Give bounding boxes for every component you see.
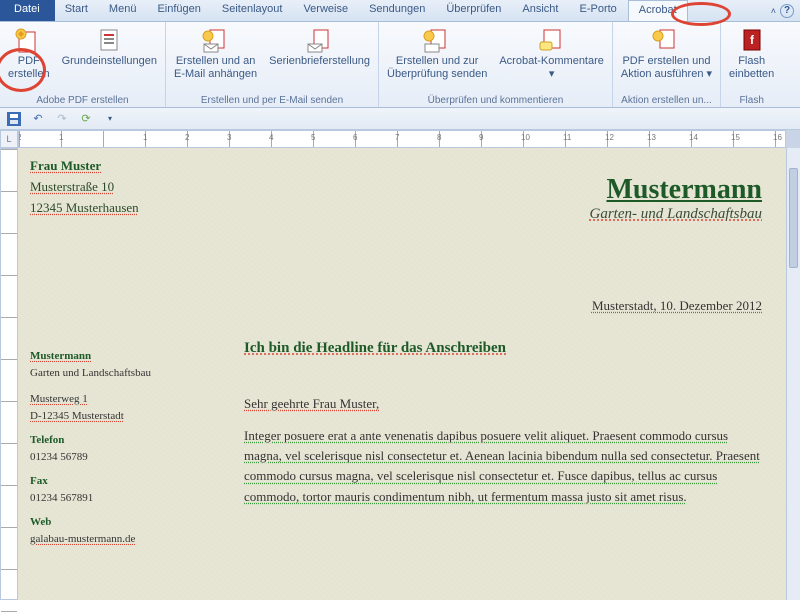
body-text: Sehr geehrte Frau Muster, Integer posuer… [244,394,762,519]
tab-insert[interactable]: Einfügen [147,0,211,21]
flash-embed-button[interactable]: f Flash einbetten [727,25,776,82]
btn-label: Erstellen und an [176,55,256,68]
btn-label: Überprüfung senden [387,68,487,81]
group-label: Adobe PDF erstellen [36,94,128,106]
workspace: L 2112345678910111213141516 Frau Muster … [0,130,800,600]
pdf-icon [13,27,45,55]
group-review: Erstellen und zur Überprüfung senden Acr… [379,22,613,107]
btn-label: ▾ [549,68,555,81]
company-sub: Garten- und Landschaftsbau [590,206,763,223]
btn-label: E-Mail anhängen [174,68,257,81]
create-review-button[interactable]: Erstellen und zur Überprüfung senden [385,25,489,82]
redo-icon[interactable]: ↷ [54,111,70,127]
help-icon[interactable]: ? [780,4,794,18]
group-email: Erstellen und an E-Mail anhängen Serienb… [166,22,379,107]
ribbon: PDF erstellen Grundeinstellungen Adobe P… [0,22,800,108]
settings-button[interactable]: Grundeinstellungen [60,25,159,70]
tab-start[interactable]: Start [55,0,99,21]
company-name: Mustermann [590,174,763,206]
btn-label: Acrobat-Kommentare [499,55,604,68]
group-label: Flash [739,94,763,106]
pdf-mailmerge-icon [304,27,336,55]
quick-access-toolbar: ↶ ↷ ⟳ ▾ [0,108,800,130]
ruler-horizontal[interactable]: 2112345678910111213141516 [18,130,786,148]
ruler-corner[interactable]: L [0,130,18,148]
btn-label: PDF [18,55,40,68]
group-label: Aktion erstellen un... [621,94,712,106]
pdf-action-icon [650,27,682,55]
tab-pagelayout[interactable]: Seitenlayout [212,0,294,21]
salutation: Sehr geehrte Frau Muster, [244,396,379,411]
pdf-review-icon [421,27,453,55]
btn-label: Grundeinstellungen [62,55,157,68]
sidebar-info: Mustermann Garten und Landschaftsbau Mus… [30,340,215,547]
document-date: Musterstadt, 10. Dezember 2012 [592,298,762,314]
undo-icon[interactable]: ↶ [30,111,46,127]
flash-icon: f [736,27,768,55]
gear-icon [93,27,125,55]
create-action-button[interactable]: PDF erstellen und Aktion ausführen ▾ [619,25,714,82]
mailmerge-button[interactable]: Serienbrieferstellung [267,25,372,70]
scroll-thumb[interactable] [789,168,798,268]
headline: Ich bin die Headline für das Anschreiben [244,340,506,357]
btn-label: erstellen [8,68,50,81]
tab-acrobat[interactable]: Acrobat [628,0,688,21]
minimize-ribbon-icon[interactable]: ˄ [771,6,776,16]
group-flash: f Flash einbetten Flash [721,22,782,107]
tab-mailings[interactable]: Sendungen [359,0,436,21]
btn-label: PDF erstellen und [622,55,710,68]
pdf-mail-icon [200,27,232,55]
company-block: Mustermann Garten- und Landschaftsbau [590,174,763,223]
qat-dropdown-icon[interactable]: ▾ [102,111,118,127]
group-label: Erstellen und per E-Mail senden [201,94,343,106]
group-action: PDF erstellen und Aktion ausführen ▾ Akt… [613,22,721,107]
group-adobe-pdf: PDF erstellen Grundeinstellungen Adobe P… [0,22,166,107]
ruler-vertical[interactable] [0,148,18,600]
btn-label: Erstellen und zur [396,55,479,68]
scrollbar-vertical[interactable] [786,148,800,600]
save-icon[interactable] [6,111,22,127]
ribbon-tabs: Datei Start Menü Einfügen Seitenlayout V… [0,0,800,22]
group-label: Überprüfen und kommentieren [428,94,564,106]
document-page[interactable]: Frau Muster Musterstraße 10 12345 Muster… [18,148,786,600]
create-email-button[interactable]: Erstellen und an E-Mail anhängen [172,25,259,82]
paragraph-1: Integer posuere erat a ante venenatis da… [244,426,762,507]
sync-icon[interactable]: ⟳ [78,111,94,127]
tab-view[interactable]: Ansicht [512,0,569,21]
tab-references[interactable]: Verweise [293,0,359,21]
btn-label: Flash [738,55,765,68]
tab-file[interactable]: Datei [0,0,55,21]
btn-label: Serienbrieferstellung [269,55,370,68]
tab-menu[interactable]: Menü [99,0,148,21]
btn-label: einbetten [729,68,774,81]
tab-eporto[interactable]: E-Porto [569,0,627,21]
comment-icon [536,27,568,55]
tab-review[interactable]: Überprüfen [436,0,512,21]
pdf-create-button[interactable]: PDF erstellen [6,25,52,82]
acrobat-comments-button[interactable]: Acrobat-Kommentare ▾ [497,25,606,82]
btn-label: Aktion ausführen ▾ [621,68,712,81]
